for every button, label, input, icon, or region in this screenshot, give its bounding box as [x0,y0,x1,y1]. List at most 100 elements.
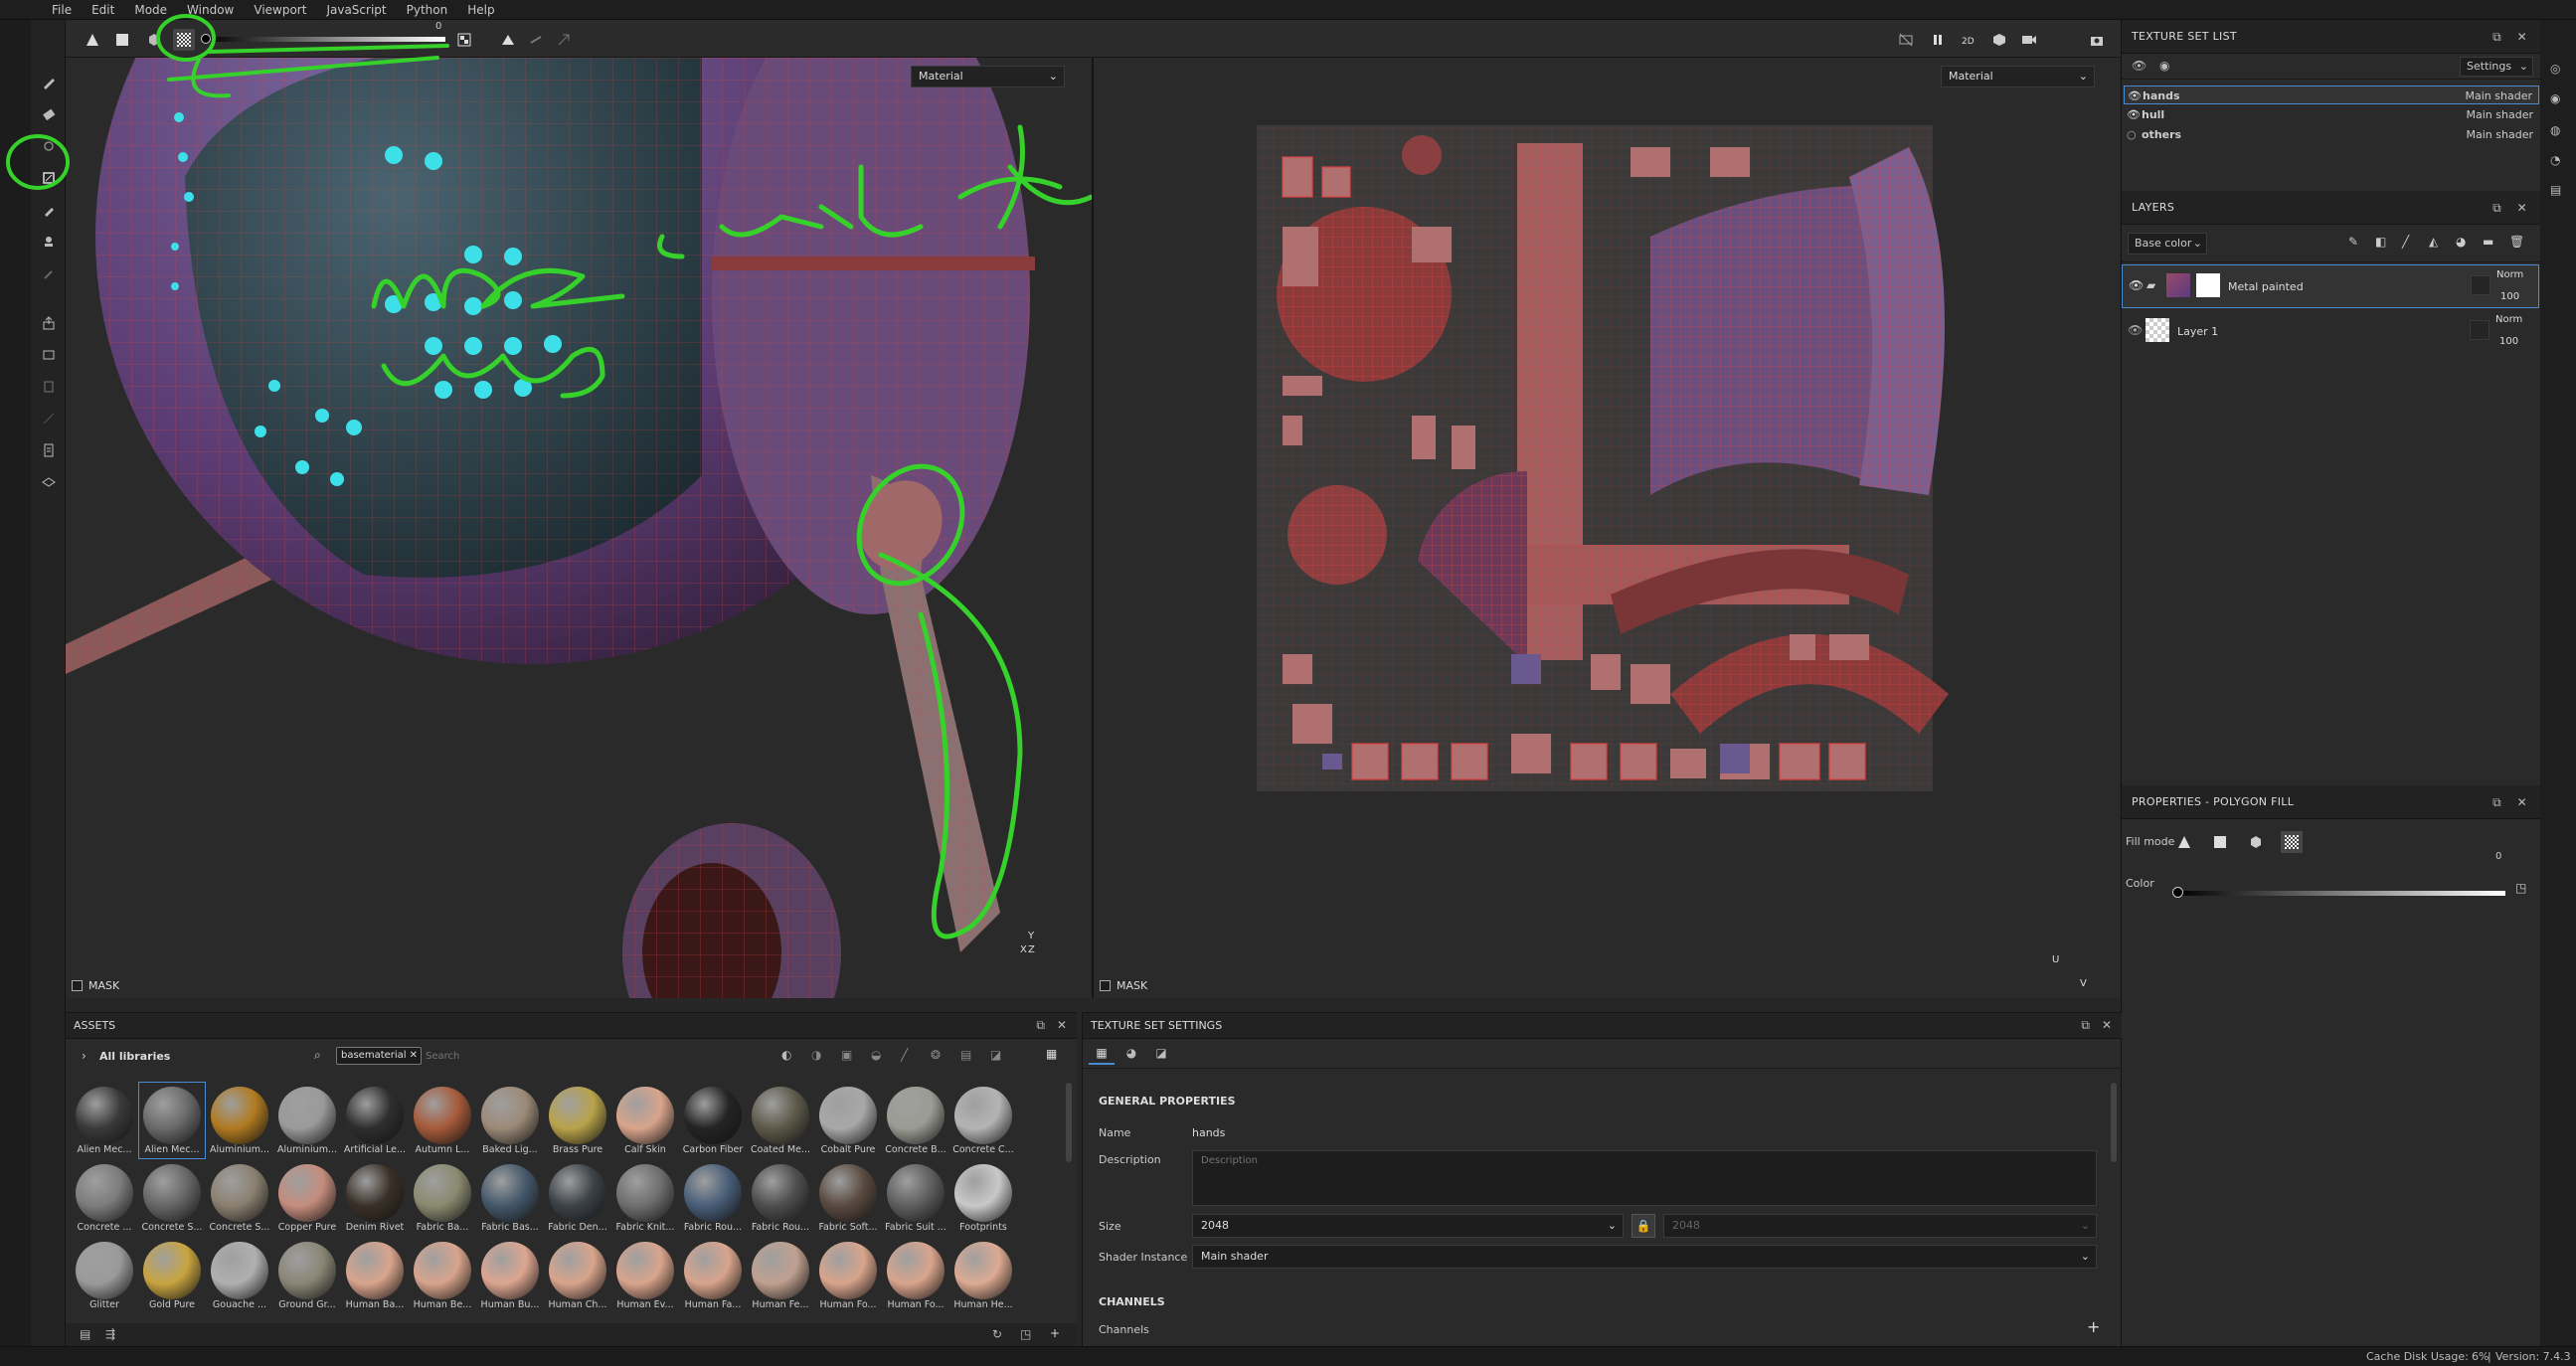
smudge-icon[interactable] [31,197,66,223]
filter-list-icon[interactable]: ▤ [960,1048,971,1062]
measure-icon[interactable] [31,406,66,431]
tab-bake-icon[interactable]: ◕ [1118,1041,1144,1065]
camera-video-icon[interactable] [2018,29,2040,51]
display-tab-icon[interactable]: ◍ [2550,123,2560,137]
asset-item[interactable]: Artificial Le... [342,1083,408,1158]
menu-item-help[interactable]: Help [457,0,504,20]
add-mask-icon[interactable]: ◧ [2375,235,2386,249]
close-icon[interactable]: ✕ [2517,191,2527,225]
asset-item[interactable]: Aluminium... [274,1083,340,1158]
solo-eye-icon[interactable]: ◉ [2159,59,2169,73]
color-value-slider[interactable] [2177,891,2505,896]
clone-stamp-icon[interactable] [31,229,66,255]
pause-icon[interactable] [1927,29,1949,51]
asset-item[interactable]: Human He... [950,1238,1016,1313]
bake-icon[interactable] [31,342,66,368]
square-fill-icon[interactable] [2209,831,2231,853]
search-tag[interactable]: basematerial ✕ [336,1047,422,1065]
asset-item[interactable]: Human Fa... [680,1238,746,1313]
add-smart-material-icon[interactable]: ◕ [2456,235,2466,249]
asset-item[interactable]: Human Ba... [342,1238,408,1313]
asset-item[interactable]: Concrete C... [950,1083,1016,1158]
view-mode-2d3d-icon[interactable]: 2D [1959,29,1980,51]
texture-set-row-hands[interactable]: 👁 hands Main shader [2124,85,2539,104]
asset-item[interactable]: Human Fo... [815,1238,881,1313]
asset-item[interactable]: Fabric Bas... [477,1160,543,1236]
brush-filter-icon[interactable]: ╱ [901,1048,908,1062]
eye-icon[interactable]: 👁 [2128,323,2143,337]
shelf-tab-icon[interactable]: ◉ [2550,91,2560,105]
close-icon[interactable]: ✕ [410,1048,418,1064]
eye-icon[interactable]: 👁 [2128,86,2142,105]
add-fill-layer-icon[interactable]: ◭ [2429,235,2438,249]
grid-view-icon[interactable]: ▦ [1046,1047,1057,1061]
add-paint-layer-icon[interactable]: ╱ [2402,235,2409,249]
layer-blend-mode[interactable]: Norm [2496,269,2523,280]
cube-view-icon[interactable] [1988,29,2010,51]
asset-item[interactable]: Human Bu... [477,1238,543,1313]
asset-item[interactable]: Fabric Soft... [815,1160,881,1236]
asset-item[interactable]: Ground Gr... [274,1238,340,1313]
asset-item[interactable]: Fabric Rou... [680,1160,746,1236]
asset-item[interactable]: Fabric Ba... [410,1160,475,1236]
asset-item[interactable]: Glitter [72,1238,137,1313]
asset-item[interactable]: Autumn L... [410,1083,475,1158]
layer-blend-mode[interactable]: Norm [2495,314,2522,325]
close-icon[interactable]: ✕ [2517,785,2527,819]
asset-item[interactable]: Coated Me... [748,1083,813,1158]
mask-checkbox[interactable] [72,980,83,991]
asset-item[interactable]: Gouache ... [207,1238,272,1313]
chevron-right-icon[interactable]: › [82,1049,86,1063]
asset-item[interactable]: Footprints [950,1160,1016,1236]
new-library-icon[interactable]: ▤ [80,1327,90,1341]
smart-material-filter-icon[interactable]: ◑ [811,1048,821,1062]
eye-icon[interactable]: 👁 [2127,105,2141,124]
export-icon[interactable]: ◳ [1020,1327,1031,1341]
asset-item[interactable]: Alien Mec... [72,1083,137,1158]
tss-scrollbar[interactable] [2111,1083,2117,1162]
wireframe-toggle-icon[interactable] [1895,29,1917,51]
mask-thumbnail[interactable] [2196,273,2220,297]
layer-opacity[interactable]: 100 [2499,336,2518,347]
asset-item[interactable]: Concrete S... [207,1160,272,1236]
asset-item[interactable]: Baked Lig... [477,1083,543,1158]
refresh-icon[interactable]: ↻ [992,1327,1002,1341]
asset-item[interactable]: Fabric Den... [545,1160,610,1236]
screenshot-camera-icon[interactable] [2086,29,2108,51]
environment-filter-icon[interactable]: ◪ [990,1048,1001,1062]
add-folder-icon[interactable]: ▬ [2483,235,2493,249]
asset-scrollbar[interactable] [1066,1083,1072,1162]
color-slider-handle[interactable] [2172,887,2183,898]
lock-icon[interactable]: 🔒 [1631,1214,1655,1238]
asset-item[interactable]: Cobalt Pure [815,1083,881,1158]
asset-item[interactable]: Denim Rivet [342,1160,408,1236]
random-color-icon[interactable]: ◳ [2515,881,2526,895]
texture-set-row-hull[interactable]: 👁 hull Main shader [2124,105,2539,124]
texture-filter-icon[interactable]: ◒ [871,1048,881,1062]
triangle-fill-icon[interactable] [2173,831,2195,853]
asset-item[interactable]: Fabric Knit... [612,1160,678,1236]
add-channel-icon[interactable]: + [2087,1317,2100,1336]
shader-instance-dropdown[interactable]: Main shader ⌄ [1192,1245,2097,1269]
asset-item[interactable]: Human Ev... [612,1238,678,1313]
document-icon[interactable] [31,437,66,463]
tab-uv-icon[interactable]: ◪ [1148,1041,1174,1065]
search-input[interactable] [426,1047,724,1065]
display-settings-icon[interactable] [31,469,66,495]
asset-item[interactable]: Human Be... [410,1238,475,1313]
mask-toggle-right[interactable]: MASK [1100,979,1147,992]
viewport-left-material-select[interactable]: Material ⌄ [911,66,1065,87]
asset-item[interactable]: Concrete S... [139,1160,205,1236]
material-filter-icon[interactable]: ◐ [781,1048,791,1062]
color-picker-icon[interactable] [31,260,66,286]
asset-item[interactable]: Carbon Fiber [680,1083,746,1158]
particle-filter-icon[interactable]: ❂ [931,1048,941,1062]
snap-icon[interactable] [553,29,575,51]
tab-settings-icon[interactable]: ▦ [1089,1041,1115,1065]
close-icon[interactable]: ✕ [2102,1018,2112,1032]
undock-icon[interactable]: ⧉ [1036,1018,1045,1033]
history-tab-icon[interactable]: ◔ [2550,153,2560,167]
asset-item[interactable]: Calf Skin [612,1083,678,1158]
mesh-fill-icon[interactable] [2245,831,2267,853]
layer-row-metal-painted[interactable]: 👁 ▰ Metal painted Norm 100 [2122,264,2539,308]
